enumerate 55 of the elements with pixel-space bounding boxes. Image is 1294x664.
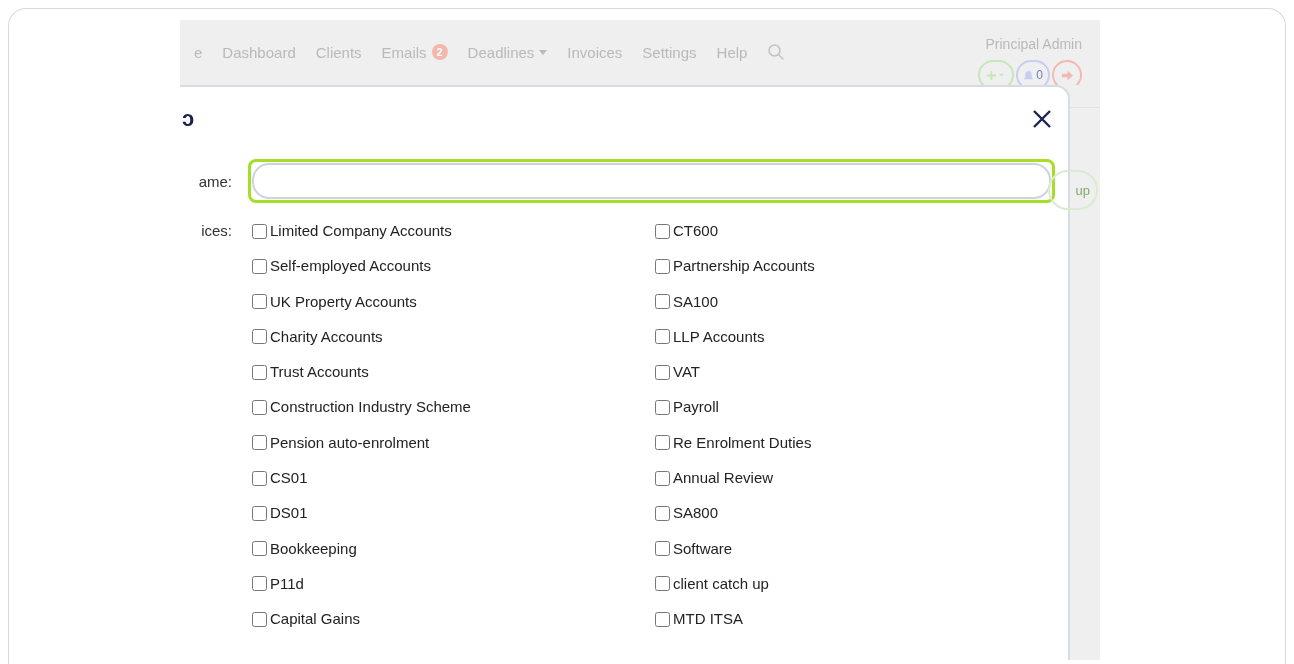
close-icon[interactable] — [1032, 109, 1052, 129]
checkbox-label: Limited Company Accounts — [270, 221, 452, 241]
checkbox[interactable] — [655, 294, 670, 310]
checkbox[interactable] — [655, 576, 670, 592]
checkbox[interactable] — [655, 364, 670, 380]
checkbox-label: VAT — [673, 362, 700, 383]
checkbox-label: Payroll — [673, 397, 719, 418]
checkbox-label: Self-employed Accounts — [270, 256, 431, 277]
bell-icon — [1023, 69, 1035, 81]
checkbox-label: CS01 — [270, 468, 308, 489]
field-label: ices: — [200, 221, 232, 241]
checkbox[interactable] — [655, 435, 670, 451]
checkbox-label: CT600 — [673, 221, 719, 241]
checkbox[interactable] — [252, 294, 267, 310]
checkbox-label: DS01 — [270, 503, 308, 524]
checkbox-label: Annual Review — [673, 468, 774, 489]
checkbox-label: Software — [673, 538, 733, 559]
checkbox[interactable] — [655, 505, 670, 521]
checkbox-label: Pension auto-enrolment — [270, 432, 430, 453]
checkbox[interactable] — [252, 258, 267, 274]
background-button[interactable]: up — [1048, 170, 1098, 210]
checkbox-label: Construction Industry Scheme — [270, 397, 471, 418]
checkbox-label: Charity Accounts — [270, 326, 383, 347]
checkbox-label: Re Enrolment Duties — [673, 432, 812, 453]
checkbox-label: SA100 — [673, 291, 719, 312]
checkbox[interactable] — [252, 576, 267, 592]
checkbox-label: Partnership Accounts — [673, 256, 815, 277]
checkbox[interactable] — [655, 400, 670, 415]
checkbox-label: Bookkeeping — [270, 538, 357, 559]
checkbox-label: Trust Accounts — [270, 362, 369, 383]
checkbox[interactable] — [252, 364, 267, 380]
checkbox[interactable] — [655, 470, 670, 486]
checkbox-label: client catch up — [673, 573, 769, 594]
checkbox-label: Capital Gains — [270, 609, 361, 630]
checkbox-label: MTD ITSA — [673, 609, 743, 630]
field-label: ame: — [197, 172, 232, 190]
checkbox[interactable] — [252, 505, 267, 521]
checkbox[interactable] — [655, 329, 670, 345]
checkbox-label: LLP Accounts — [673, 326, 765, 347]
checkbox-label: P11d — [270, 573, 304, 594]
checkbox[interactable] — [252, 400, 267, 415]
checkbox[interactable] — [655, 611, 670, 627]
modal-title: ɔ — [182, 106, 195, 132]
checkbox[interactable] — [252, 541, 267, 557]
checkbox[interactable] — [252, 435, 267, 451]
checkbox[interactable] — [655, 258, 670, 274]
checkbox[interactable] — [655, 541, 670, 557]
checkbox-label: UK Property Accounts — [270, 291, 417, 312]
checkbox-label: SA800 — [673, 503, 719, 524]
checkbox[interactable] — [252, 223, 267, 239]
checkbox[interactable] — [252, 611, 267, 627]
checkbox[interactable] — [252, 329, 267, 345]
checkbox[interactable] — [655, 223, 670, 239]
checkbox[interactable] — [252, 470, 267, 486]
name-field[interactable] — [248, 159, 1055, 203]
